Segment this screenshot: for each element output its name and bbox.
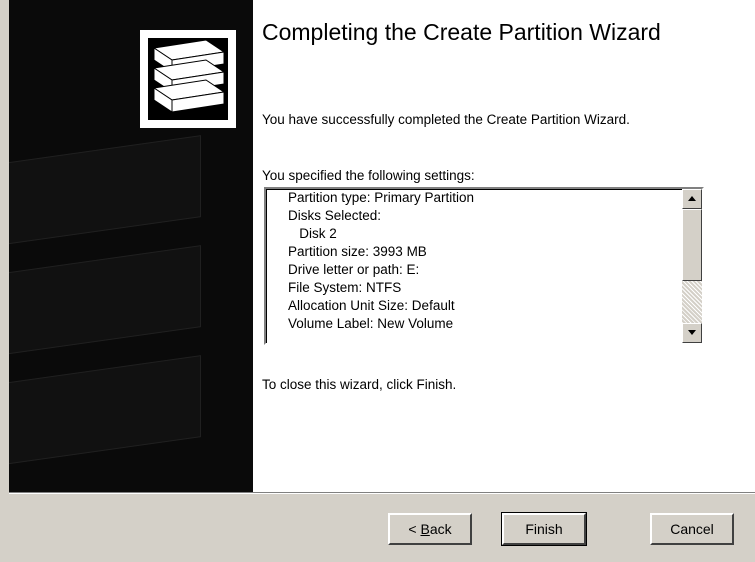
button-area-divider xyxy=(9,492,755,494)
setting-volume-label: Volume Label: New Volume xyxy=(288,316,454,331)
wizard-logo xyxy=(140,30,236,128)
settings-scrollbar[interactable] xyxy=(682,189,702,343)
setting-allocation-unit: Allocation Unit Size: Default xyxy=(288,298,455,313)
create-partition-wizard: Completing the Create Partition Wizard Y… xyxy=(0,0,755,562)
back-button-prefix: < xyxy=(408,521,421,537)
settings-list: Partition type: Primary Partition Disks … xyxy=(266,189,678,343)
scroll-up-arrow-icon xyxy=(688,196,696,201)
wizard-side-panel xyxy=(9,0,253,492)
scrollbar-thumb[interactable] xyxy=(682,209,702,281)
scroll-down-button[interactable] xyxy=(682,323,702,343)
settings-label: You specified the following settings: xyxy=(262,168,475,183)
setting-file-system: File System: NTFS xyxy=(288,280,402,295)
setting-disk: Disk 2 xyxy=(288,226,337,241)
close-instruction: To close this wizard, click Finish. xyxy=(262,377,457,392)
wizard-content-panel: Completing the Create Partition Wizard Y… xyxy=(253,0,755,492)
setting-disks-selected: Disks Selected: xyxy=(288,208,382,223)
scroll-down-arrow-icon xyxy=(688,330,696,335)
back-button[interactable]: < Back xyxy=(388,513,472,545)
scroll-up-button[interactable] xyxy=(682,189,702,209)
back-button-label: ack xyxy=(429,521,452,537)
wizard-title: Completing the Create Partition Wizard xyxy=(262,19,661,45)
finish-button[interactable]: Finish xyxy=(501,512,587,546)
disk-stack-icon xyxy=(152,39,226,113)
setting-drive-letter: Drive letter or path: E: xyxy=(288,262,420,277)
success-message: You have successfully completed the Crea… xyxy=(262,112,630,127)
back-button-mnemonic: B xyxy=(420,521,430,537)
settings-summary-box[interactable]: Partition type: Primary Partition Disks … xyxy=(264,187,704,345)
setting-partition-type: Partition type: Primary Partition xyxy=(288,190,475,205)
setting-partition-size: Partition size: 3993 MB xyxy=(288,244,427,259)
cancel-button[interactable]: Cancel xyxy=(650,513,734,545)
